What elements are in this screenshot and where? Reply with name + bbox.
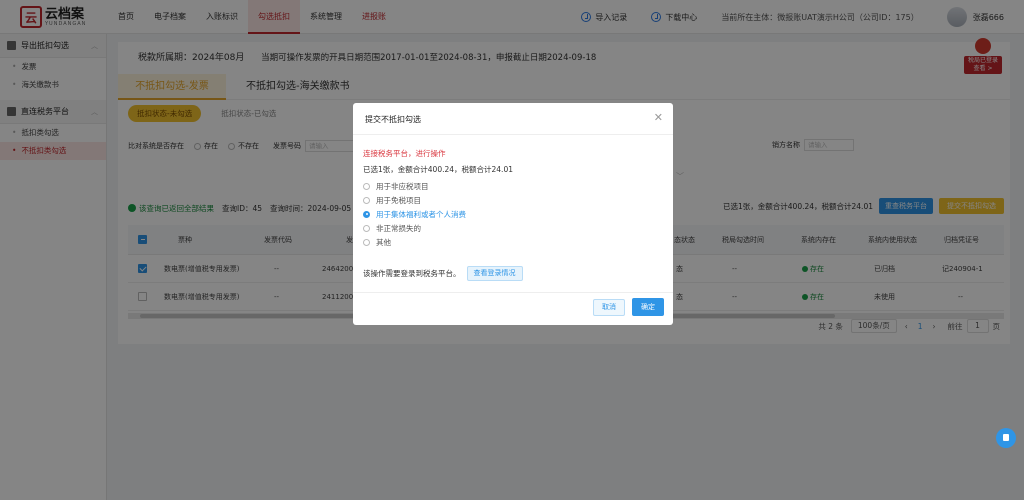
- confirm-button[interactable]: 确定: [632, 298, 664, 316]
- connect-warning: 连接税务平台，进行操作: [363, 149, 446, 158]
- login-hint: 该操作需要登录到税务平台。: [363, 269, 461, 278]
- reason-option-taxfree[interactable]: 用于免税项目: [363, 193, 466, 207]
- reason-option-nontaxable[interactable]: 用于非应税项目: [363, 179, 466, 193]
- floating-help-button[interactable]: [996, 428, 1016, 448]
- cancel-button[interactable]: 取消: [593, 299, 625, 316]
- close-icon[interactable]: ✕: [654, 111, 663, 124]
- dialog-title: 提交不抵扣勾选: [365, 115, 421, 124]
- reason-option-loss[interactable]: 非正常损失的: [363, 221, 466, 235]
- check-login-button[interactable]: 查看登录情况: [466, 266, 523, 281]
- reason-radio-group: 用于非应税项目 用于免税项目 用于集体福利或者个人消费 非正常损失的 其他: [363, 179, 466, 249]
- submit-nondeduct-dialog: 提交不抵扣勾选 ✕ 连接税务平台，进行操作 已选1张，金额合计400.24，税额…: [353, 103, 673, 325]
- reason-option-welfare[interactable]: 用于集体福利或者个人消费: [363, 207, 466, 221]
- reason-option-other[interactable]: 其他: [363, 235, 466, 249]
- selection-summary: 已选1张，金额合计400.24，税额合计24.01: [363, 165, 513, 174]
